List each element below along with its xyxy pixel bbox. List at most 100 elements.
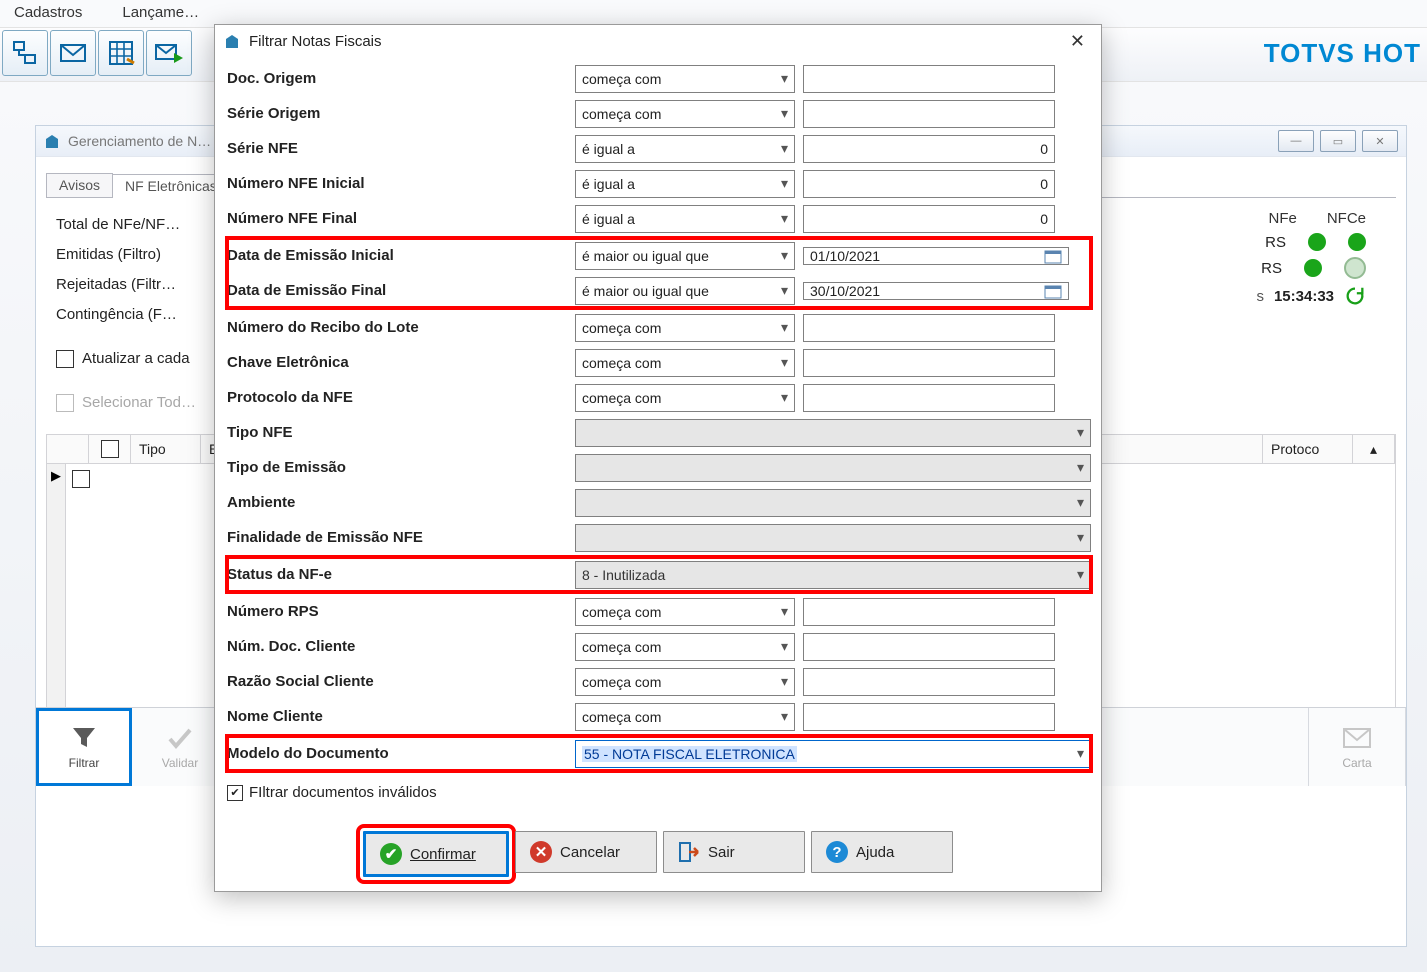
grid-col-protoco[interactable]: Protoco xyxy=(1263,435,1353,463)
op-protocolo[interactable]: começa com▾ xyxy=(575,384,795,412)
status-dot-nfe-1 xyxy=(1308,233,1326,251)
op-doc-origem[interactable]: começa com▾ xyxy=(575,65,795,93)
label-status-nfe: Status da NF-e xyxy=(227,566,567,583)
label-serie-nfe: Série NFE xyxy=(227,140,567,157)
input-chave[interactable] xyxy=(803,349,1055,377)
op-razao-social[interactable]: começa com▾ xyxy=(575,668,795,696)
select-finalidade[interactable]: ▾ xyxy=(575,524,1091,552)
toolbar-btn-4[interactable] xyxy=(146,30,192,76)
op-num-doc-cliente[interactable]: começa com▾ xyxy=(575,633,795,661)
op-num-nfe-final[interactable]: é igual a▾ xyxy=(575,205,795,233)
input-data-emissao-inicial[interactable]: 01/10/2021 xyxy=(810,248,880,264)
op-serie-nfe[interactable]: é igual a▾ xyxy=(575,135,795,163)
tab-avisos[interactable]: Avisos xyxy=(46,173,113,197)
label-num-nfe-final: Número NFE Final xyxy=(227,210,567,227)
toolbar-btn-1[interactable] xyxy=(2,30,48,76)
status-dot-nfce-1 xyxy=(1348,233,1366,251)
label-doc-origem: Doc. Origem xyxy=(227,70,567,87)
input-num-nfe-final[interactable] xyxy=(803,205,1055,233)
refresh-icon[interactable] xyxy=(1344,285,1366,307)
envelope-icon xyxy=(1340,724,1374,752)
label-serie-origem: Série Origem xyxy=(227,105,567,122)
dialog-close-button[interactable]: ✕ xyxy=(1060,29,1095,54)
status-head-nfce: NFCe xyxy=(1327,210,1366,227)
window-controls: — ▭ ✕ xyxy=(1278,130,1398,152)
calendar-icon[interactable] xyxy=(1044,248,1062,264)
label-tipo-emissao: Tipo de Emissão xyxy=(227,459,567,476)
input-serie-origem[interactable] xyxy=(803,100,1055,128)
action-filtrar[interactable]: Filtrar xyxy=(36,708,132,786)
op-chave[interactable]: começa com▾ xyxy=(575,349,795,377)
select-status-nfe[interactable]: 8 - Inutilizada▾ xyxy=(575,561,1091,589)
select-ambiente[interactable]: ▾ xyxy=(575,489,1091,517)
op-data-emissao-inicial[interactable]: é maior ou igual que▾ xyxy=(575,242,795,270)
confirmar-button[interactable]: ✔ Confirmar xyxy=(363,831,509,877)
highlight-status: Status da NF-e 8 - Inutilizada▾ xyxy=(227,557,1091,592)
ajuda-button[interactable]: ? Ajuda xyxy=(811,831,953,873)
label-modelo-documento: Modelo do Documento xyxy=(227,745,567,762)
menu-cadastros[interactable]: Cadastros xyxy=(14,4,82,21)
close-button[interactable]: ✕ xyxy=(1362,130,1398,152)
grid-checkall[interactable] xyxy=(101,440,119,458)
status-time: 15:34:33 xyxy=(1274,288,1334,305)
grid-row-check[interactable] xyxy=(72,470,90,488)
dialog-body: Doc. Origem começa com▾ Série Origem com… xyxy=(215,57,1101,814)
label-ambiente: Ambiente xyxy=(227,494,567,511)
dialog-icon xyxy=(223,32,241,50)
grid-col-tipo[interactable]: Tipo xyxy=(131,435,201,463)
action-filtrar-label: Filtrar xyxy=(69,756,100,770)
exit-icon xyxy=(678,841,700,863)
status-panel: NFe NFCe RS RS s 15:34 xyxy=(1256,210,1386,418)
select-tipo-emissao[interactable]: ▾ xyxy=(575,454,1091,482)
summary-emitidas: Emitidas (Filtro) xyxy=(56,240,196,270)
label-finalidade: Finalidade de Emissão NFE xyxy=(227,529,567,546)
check-icon xyxy=(163,724,197,752)
maximize-button[interactable]: ▭ xyxy=(1320,130,1356,152)
op-recibo-lote[interactable]: começa com▾ xyxy=(575,314,795,342)
grid-select-col xyxy=(47,435,89,463)
toolbar-btn-2[interactable] xyxy=(50,30,96,76)
input-num-doc-cliente[interactable] xyxy=(803,633,1055,661)
check-filtrar-invalidos[interactable]: ✔ FIltrar documentos inválidos xyxy=(227,784,437,801)
input-protocolo[interactable] xyxy=(803,384,1055,412)
tab-nf-eletronicas[interactable]: NF Eletrônicas xyxy=(112,174,230,198)
op-data-emissao-final[interactable]: é maior ou igual que▾ xyxy=(575,277,795,305)
input-razao-social[interactable] xyxy=(803,668,1055,696)
op-rps[interactable]: começa com▾ xyxy=(575,598,795,626)
input-serie-nfe[interactable] xyxy=(803,135,1055,163)
sair-button[interactable]: Sair xyxy=(663,831,805,873)
toolbar-btn-3[interactable] xyxy=(98,30,144,76)
input-recibo-lote[interactable] xyxy=(803,314,1055,342)
check-selecionar xyxy=(56,394,74,412)
op-serie-origem[interactable]: começa com▾ xyxy=(575,100,795,128)
main-window: Cadastros Lançame… TOTVS HOT Gerenciamen… xyxy=(0,0,1427,972)
grid-col-up-icon[interactable]: ▴ xyxy=(1353,435,1395,463)
summary-rejeitadas: Rejeitadas (Filtr… xyxy=(56,270,196,300)
label-recibo-lote: Número do Recibo do Lote xyxy=(227,319,567,336)
checkmark-icon: ✔ xyxy=(227,785,243,801)
cancelar-button[interactable]: ✕ Cancelar xyxy=(515,831,657,873)
label-chave: Chave Eletrônica xyxy=(227,354,567,371)
check-atualizar[interactable] xyxy=(56,350,74,368)
minimize-button[interactable]: — xyxy=(1278,130,1314,152)
menu-lancamentos[interactable]: Lançame… xyxy=(122,4,199,21)
calendar-icon[interactable] xyxy=(1044,283,1062,299)
input-rps[interactable] xyxy=(803,598,1055,626)
child-window-title: Gerenciamento de N… xyxy=(68,133,211,149)
input-data-emissao-final[interactable]: 30/10/2021 xyxy=(810,283,880,299)
check-atualizar-row: Atualizar a cada xyxy=(56,344,196,374)
summary-text: Total de NFe/NF… Emitidas (Filtro) Rejei… xyxy=(56,210,196,418)
op-nome-cliente[interactable]: começa com▾ xyxy=(575,703,795,731)
label-data-emissao-inicial: Data de Emissão Inicial xyxy=(227,247,567,264)
op-num-nfe-inicial[interactable]: é igual a▾ xyxy=(575,170,795,198)
check-selecionar-row: Selecionar Tod… xyxy=(56,388,196,418)
highlight-modelo: Modelo do Documento 55 - NOTA FISCAL ELE… xyxy=(227,736,1091,771)
select-modelo-documento[interactable]: 55 - NOTA FISCAL ELETRONICA▾ xyxy=(575,740,1091,768)
input-doc-origem[interactable] xyxy=(803,65,1055,93)
input-nome-cliente[interactable] xyxy=(803,703,1055,731)
label-num-doc-cliente: Núm. Doc. Cliente xyxy=(227,638,567,655)
input-num-nfe-inicial[interactable] xyxy=(803,170,1055,198)
action-validar-label: Validar xyxy=(162,756,198,770)
brand-text: TOTVS HOT xyxy=(1264,38,1425,69)
select-tipo-nfe[interactable]: ▾ xyxy=(575,419,1091,447)
